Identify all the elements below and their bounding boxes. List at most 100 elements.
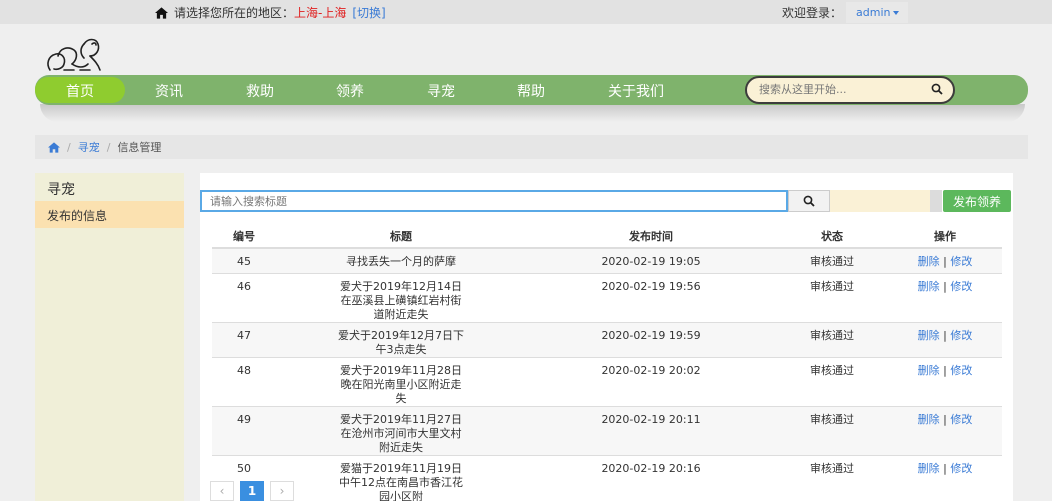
nav-item-adopt[interactable]: 领养	[336, 81, 364, 101]
cell-title: 爱犬于2019年11月27日在沧州市河间市大里文村附近走失	[276, 405, 526, 455]
cell-time: 2020-02-19 20:11	[526, 405, 776, 455]
cell-time: 2020-02-19 20:16	[526, 454, 776, 501]
cell-actions: 删除 | 修改	[888, 321, 1002, 357]
search-spacer	[830, 190, 930, 212]
cell-status: 审核通过	[776, 272, 888, 322]
delete-link[interactable]: 删除	[918, 413, 940, 426]
title-search-input[interactable]	[200, 190, 788, 212]
col-header-title: 标题	[276, 224, 526, 249]
action-separator: |	[943, 461, 947, 475]
main-nav: 首页 资讯 救助 领养 寻宠 帮助 关于我们	[35, 75, 1028, 105]
edit-link[interactable]: 修改	[950, 329, 972, 342]
table-row: 46 爱犬于2019年12月14日在巫溪县上磺镇红岩村街道附近走失 2020-0…	[212, 272, 1002, 322]
delete-link[interactable]: 删除	[918, 364, 940, 377]
search-spacer	[930, 190, 942, 212]
cell-status: 审核通过	[776, 247, 888, 273]
delete-link[interactable]: 删除	[918, 329, 940, 342]
cell-status: 审核通过	[776, 356, 888, 406]
cell-actions: 删除 | 修改	[888, 356, 1002, 406]
edit-link[interactable]: 修改	[950, 462, 972, 475]
sidebar: 寻宠 发布的信息	[35, 173, 184, 501]
cell-title: 爱犬于2019年12月7日下午3点走失	[276, 321, 526, 357]
cell-id: 45	[212, 247, 276, 273]
pagination: ‹ 1 ›	[210, 481, 294, 501]
delete-link[interactable]: 删除	[918, 462, 940, 475]
action-separator: |	[943, 328, 947, 342]
edit-link[interactable]: 修改	[950, 364, 972, 377]
nav-item-news[interactable]: 资讯	[155, 81, 183, 101]
col-header-id: 编号	[212, 224, 276, 249]
region-city: 上海-上海	[294, 6, 347, 20]
edit-link[interactable]: 修改	[950, 413, 972, 426]
top-bar: 请选择您所在的地区： 上海-上海 [切换] 欢迎登录： admin	[0, 0, 1052, 24]
nav-item-about[interactable]: 关于我们	[608, 81, 664, 101]
cell-status: 审核通过	[776, 454, 888, 501]
breadcrumb-separator: /	[106, 140, 111, 154]
nav-item-help[interactable]: 帮助	[517, 81, 545, 101]
table-row: 45 寻找丢失一个月的萨摩 2020-02-19 19:05 审核通过 删除 |…	[212, 247, 1002, 273]
nav-item-rescue[interactable]: 救助	[246, 81, 274, 101]
search-icon[interactable]	[931, 83, 943, 95]
col-header-actions: 操作	[888, 224, 1002, 249]
region-selector: 请选择您所在的地区： 上海-上海 [切换]	[155, 4, 386, 21]
cell-status: 审核通过	[776, 321, 888, 357]
breadcrumb: / 寻宠 / 信息管理	[35, 135, 1028, 159]
cell-title: 爱犬于2019年11月28日晚在阳光南里小区附近走失	[276, 356, 526, 406]
user-menu-button[interactable]: admin	[846, 2, 908, 23]
pager-next-button[interactable]: ›	[270, 481, 294, 501]
cell-actions: 删除 | 修改	[888, 272, 1002, 322]
cell-title: 寻找丢失一个月的萨摩	[276, 247, 526, 273]
pager-prev-button[interactable]: ‹	[210, 481, 234, 501]
cell-id: 49	[212, 405, 276, 455]
table-row: 48 爱犬于2019年11月28日晚在阳光南里小区附近走失 2020-02-19…	[212, 356, 1002, 406]
table-row: 50 爱猫于2019年11月19日中午12点在南昌市香江花园小区附 2020-0…	[212, 454, 1002, 501]
cell-actions: 删除 | 修改	[888, 405, 1002, 455]
cell-status: 审核通过	[776, 405, 888, 455]
cell-id: 47	[212, 321, 276, 357]
cell-id: 46	[212, 272, 276, 322]
main-panel: 发布领养 编号 标题 发布时间 状态 操作 45 寻找丢失一个月的萨摩 2020…	[200, 173, 1013, 501]
breadcrumb-find-pet[interactable]: 寻宠	[78, 139, 100, 155]
cell-time: 2020-02-19 19:59	[526, 321, 776, 357]
caret-down-icon	[893, 11, 900, 15]
table-row: 49 爱犬于2019年11月27日在沧州市河间市大里文村附近走失 2020-02…	[212, 405, 1002, 455]
col-header-time: 发布时间	[526, 224, 776, 249]
edit-link[interactable]: 修改	[950, 280, 972, 293]
cell-time: 2020-02-19 20:02	[526, 356, 776, 406]
pet-logo-icon[interactable]	[44, 34, 106, 74]
publish-adopt-button[interactable]: 发布领养	[943, 190, 1011, 212]
breadcrumb-separator: /	[67, 140, 71, 154]
cell-actions: 删除 | 修改	[888, 247, 1002, 273]
action-separator: |	[943, 363, 947, 377]
nav-search-input[interactable]	[759, 83, 919, 96]
search-icon	[803, 195, 815, 207]
action-separator: |	[943, 255, 947, 268]
pager-page-current[interactable]: 1	[240, 481, 264, 501]
nav-item-home[interactable]: 首页	[35, 77, 125, 103]
sidebar-title: 寻宠	[47, 182, 75, 198]
cell-time: 2020-02-19 19:05	[526, 247, 776, 273]
action-separator: |	[943, 279, 947, 293]
edit-link[interactable]: 修改	[950, 255, 972, 268]
cell-id: 48	[212, 356, 276, 406]
col-header-status: 状态	[776, 224, 888, 249]
delete-link[interactable]: 删除	[918, 255, 940, 268]
sidebar-item-published[interactable]: 发布的信息	[35, 201, 184, 228]
welcome-label: 欢迎登录：	[782, 6, 843, 20]
breadcrumb-current: 信息管理	[117, 141, 162, 154]
region-prompt: 请选择您所在的地区：	[174, 6, 295, 20]
search-button[interactable]	[788, 190, 830, 212]
cell-actions: 删除 | 修改	[888, 454, 1002, 501]
region-switch-link[interactable]: [切换]	[352, 4, 385, 21]
delete-link[interactable]: 删除	[918, 280, 940, 293]
nav-search-box	[745, 76, 955, 104]
cell-title: 爱犬于2019年12月14日在巫溪县上磺镇红岩村街道附近走失	[276, 272, 526, 322]
cell-title: 爱猫于2019年11月19日中午12点在南昌市香江花园小区附	[276, 454, 526, 501]
table-header-row: 编号 标题 发布时间 状态 操作	[212, 224, 1002, 249]
nav-item-find-pet[interactable]: 寻宠	[427, 81, 455, 101]
search-row: 发布领养	[200, 190, 1013, 212]
home-icon[interactable]	[48, 141, 60, 153]
nav-shadow	[40, 104, 1025, 122]
table-row: 47 爱犬于2019年12月7日下午3点走失 2020-02-19 19:59 …	[212, 321, 1002, 357]
cell-time: 2020-02-19 19:56	[526, 272, 776, 322]
